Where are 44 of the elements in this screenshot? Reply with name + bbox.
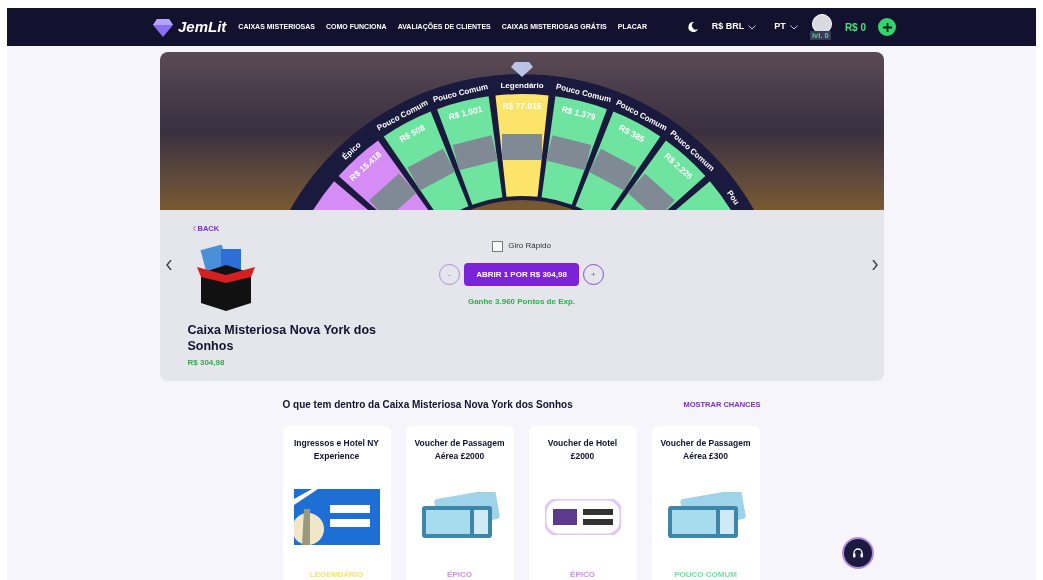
add-funds-button[interactable] xyxy=(878,18,896,36)
prize-value: R$ 508 xyxy=(397,122,427,145)
item-name: Voucher de Hotel £2000 xyxy=(546,437,619,463)
rarity-label: ÉPICO xyxy=(570,569,595,580)
rarity-label: POUCO COMUM xyxy=(674,569,737,580)
plus-icon xyxy=(882,22,892,32)
prize-value: R$ 1.001 xyxy=(446,103,483,122)
diamond-pointer-icon xyxy=(510,62,533,77)
moon-icon[interactable] xyxy=(687,22,698,32)
rarity-label: ÉPICO xyxy=(447,569,472,580)
item-card[interactable]: Voucher de Passagem Aérea £300 POUCO COMUM xyxy=(651,426,760,580)
item-name: Voucher de Passagem Aérea £2000 xyxy=(413,437,506,463)
quick-spin-label: Giro Rápido xyxy=(508,240,551,252)
prize-value: R$ 77.015 xyxy=(501,101,542,111)
chevron-right-icon[interactable] xyxy=(871,260,878,270)
chevron-left-icon xyxy=(192,226,196,232)
rarity-label: Pouco Comum xyxy=(431,81,489,105)
diamond-logo-icon xyxy=(152,16,174,38)
avatar[interactable] xyxy=(811,14,832,34)
chevron-left-icon[interactable] xyxy=(165,260,172,270)
box-price: R$ 304,98 xyxy=(187,357,226,370)
headset-icon xyxy=(852,547,864,559)
item-name: Voucher de Passagem Aérea £300 xyxy=(659,437,752,463)
box-title: Caixa Misteriosa Nova York dos Sonhos xyxy=(187,322,377,355)
item-card[interactable]: Ingressos e Hotel NY Experience LEGENDÁRIO xyxy=(282,426,391,580)
experience-points-text: Ganhe 3.960 Pontos de Exp. xyxy=(467,296,576,308)
logo-text[interactable]: JemLit xyxy=(178,15,227,39)
prize-value: R$ 385 xyxy=(616,122,646,145)
open-box-button[interactable]: ABRIR 1 POR R$ 304,98 xyxy=(464,263,579,286)
item-card[interactable]: Voucher de Hotel £2000 ÉPICO xyxy=(528,426,637,580)
rarity-label: Pouco Comum xyxy=(554,81,612,105)
quick-spin-checkbox[interactable] xyxy=(492,240,504,252)
rarity-label: Legendário xyxy=(499,81,544,90)
item-name: Ingressos e Hotel NY Experience xyxy=(293,437,380,463)
item-card[interactable]: Voucher de Passagem Aérea £2000 ÉPICO xyxy=(405,426,514,580)
chevron-down-icon xyxy=(789,24,798,30)
currency-selector[interactable]: R$ BRL xyxy=(711,20,757,34)
prize-value: R$ 1.379 xyxy=(560,103,597,122)
balance-amount: R$ 0 xyxy=(844,20,866,35)
chevron-down-icon xyxy=(748,24,757,30)
support-button[interactable] xyxy=(842,537,874,569)
rarity-label: LEGENDÁRIO xyxy=(309,569,364,580)
language-selector[interactable]: PT xyxy=(774,20,798,34)
contents-heading: O que tem dentro da Caixa Misteriosa Nova York dos Sonhos xyxy=(282,398,573,412)
